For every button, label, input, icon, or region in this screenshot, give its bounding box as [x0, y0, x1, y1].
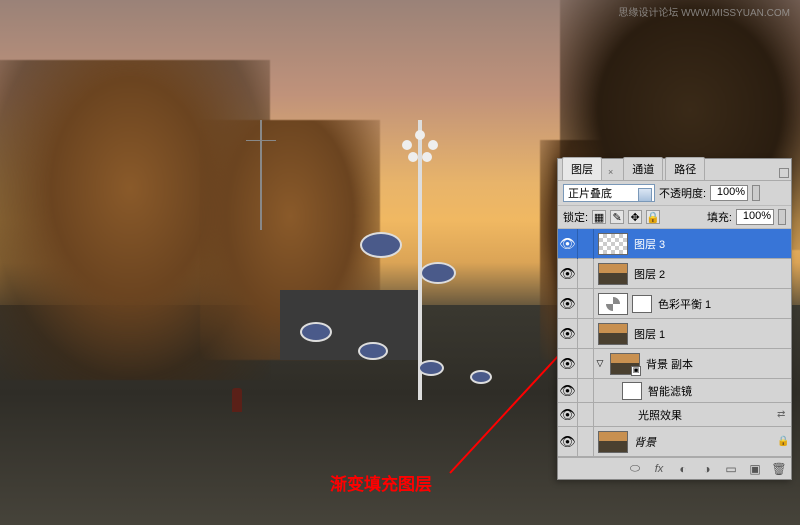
visibility-toggle[interactable]: 👁 — [558, 427, 578, 457]
lock-transparency-icon[interactable]: ▦ — [592, 210, 606, 224]
layer-name[interactable]: 图层 3 — [632, 236, 791, 252]
layer-name[interactable]: 背景 — [632, 434, 777, 450]
filter-name[interactable]: 光照效果 — [636, 407, 777, 423]
pedestrian — [232, 388, 242, 412]
tower — [260, 120, 262, 230]
lock-row: 锁定: ▦ ✎ ✥ 🔒 填充: 100% — [558, 206, 791, 229]
tab-paths[interactable]: 路径 — [665, 157, 705, 180]
layer-thumb[interactable] — [598, 263, 628, 285]
watermark: 思缘设计论坛 WWW.MISSYUAN.COM — [618, 4, 790, 19]
layer-name[interactable]: 图层 1 — [632, 326, 791, 342]
lock-pixels-icon[interactable]: ✎ — [610, 210, 624, 224]
tab-channels[interactable]: 通道 — [623, 157, 663, 180]
panel-menu-icon[interactable] — [779, 168, 789, 178]
layer-name[interactable]: 色彩平衡 1 — [656, 296, 791, 312]
visibility-toggle[interactable]: 👁 — [558, 289, 578, 319]
filter-mask[interactable] — [622, 382, 642, 400]
layer-mask[interactable] — [632, 295, 652, 313]
layer-name[interactable]: 图层 2 — [632, 266, 791, 282]
opacity-label: 不透明度: — [659, 185, 706, 201]
layer-thumb[interactable]: ▣ — [610, 353, 640, 375]
lamp-head — [400, 130, 440, 170]
blend-row: 正片叠底 不透明度: 100% — [558, 181, 791, 206]
visibility-toggle[interactable]: 👁 — [558, 400, 578, 430]
layer-thumb[interactable] — [598, 233, 628, 255]
lock-all-icon[interactable]: 🔒 — [646, 210, 660, 224]
layer-thumb[interactable] — [598, 431, 628, 453]
panel-footer: ⬭ fx ◐ ◑ ▭ ▣ 🗑 — [558, 457, 791, 479]
adjustment-thumb[interactable] — [598, 293, 628, 315]
layer-row[interactable]: 👁 图层 2 — [558, 259, 791, 289]
smart-badge-icon: ▣ — [631, 366, 641, 376]
layer-list: 👁 图层 3 👁 图层 2 👁 色彩平衡 1 👁 图层 1 👁 ▽ ▣ 背景 副… — [558, 229, 791, 457]
adjustment-layer-icon[interactable]: ◑ — [699, 461, 715, 477]
layer-name[interactable]: 背景 副本 — [644, 356, 791, 372]
tab-close-icon[interactable]: × — [600, 164, 621, 180]
fill-stepper[interactable] — [778, 209, 786, 225]
opacity-input[interactable]: 100% — [710, 185, 748, 201]
expand-toggle[interactable]: ▽ — [594, 358, 606, 369]
layer-row[interactable]: 👁 图层 1 — [558, 319, 791, 349]
filter-options-icon[interactable]: ⇄ — [777, 409, 791, 420]
visibility-toggle[interactable]: 👁 — [558, 229, 578, 259]
fill-label: 填充: — [707, 209, 732, 225]
annotation-text: 渐变填充图层 — [330, 470, 432, 495]
link-layers-icon[interactable]: ⬭ — [627, 461, 643, 477]
panel-tabs: 图层 × 通道 路径 — [558, 159, 791, 181]
group-icon[interactable]: ▭ — [723, 461, 739, 477]
blend-mode-select[interactable]: 正片叠底 — [563, 184, 655, 202]
filter-row[interactable]: 👁 光照效果 ⇄ — [558, 403, 791, 427]
delete-layer-icon[interactable]: 🗑 — [771, 461, 787, 477]
layer-row[interactable]: 👁 色彩平衡 1 — [558, 289, 791, 319]
blend-mode-value: 正片叠底 — [568, 185, 612, 201]
lock-position-icon[interactable]: ✥ — [628, 210, 642, 224]
opacity-stepper[interactable] — [752, 185, 760, 201]
lock-icon: 🔒 — [777, 436, 791, 447]
layer-row[interactable]: 👁 图层 3 — [558, 229, 791, 259]
smart-filter-label[interactable]: 智能滤镜 — [646, 383, 791, 399]
layer-thumb[interactable] — [598, 323, 628, 345]
add-mask-icon[interactable]: ◐ — [675, 461, 691, 477]
tab-layers[interactable]: 图层 — [562, 157, 602, 180]
layer-row[interactable]: 👁 ▽ ▣ 背景 副本 — [558, 349, 791, 379]
visibility-toggle[interactable]: 👁 — [558, 349, 578, 379]
fx-icon[interactable]: fx — [651, 461, 667, 477]
new-layer-icon[interactable]: ▣ — [747, 461, 763, 477]
visibility-toggle[interactable]: 👁 — [558, 319, 578, 349]
layer-row[interactable]: 👁 背景 🔒 — [558, 427, 791, 457]
visibility-toggle[interactable]: 👁 — [558, 259, 578, 289]
lock-label: 锁定: — [563, 209, 588, 225]
fill-input[interactable]: 100% — [736, 209, 774, 225]
layers-panel: 图层 × 通道 路径 正片叠底 不透明度: 100% 锁定: ▦ ✎ ✥ 🔒 填… — [557, 158, 792, 480]
street-signs — [300, 232, 560, 412]
